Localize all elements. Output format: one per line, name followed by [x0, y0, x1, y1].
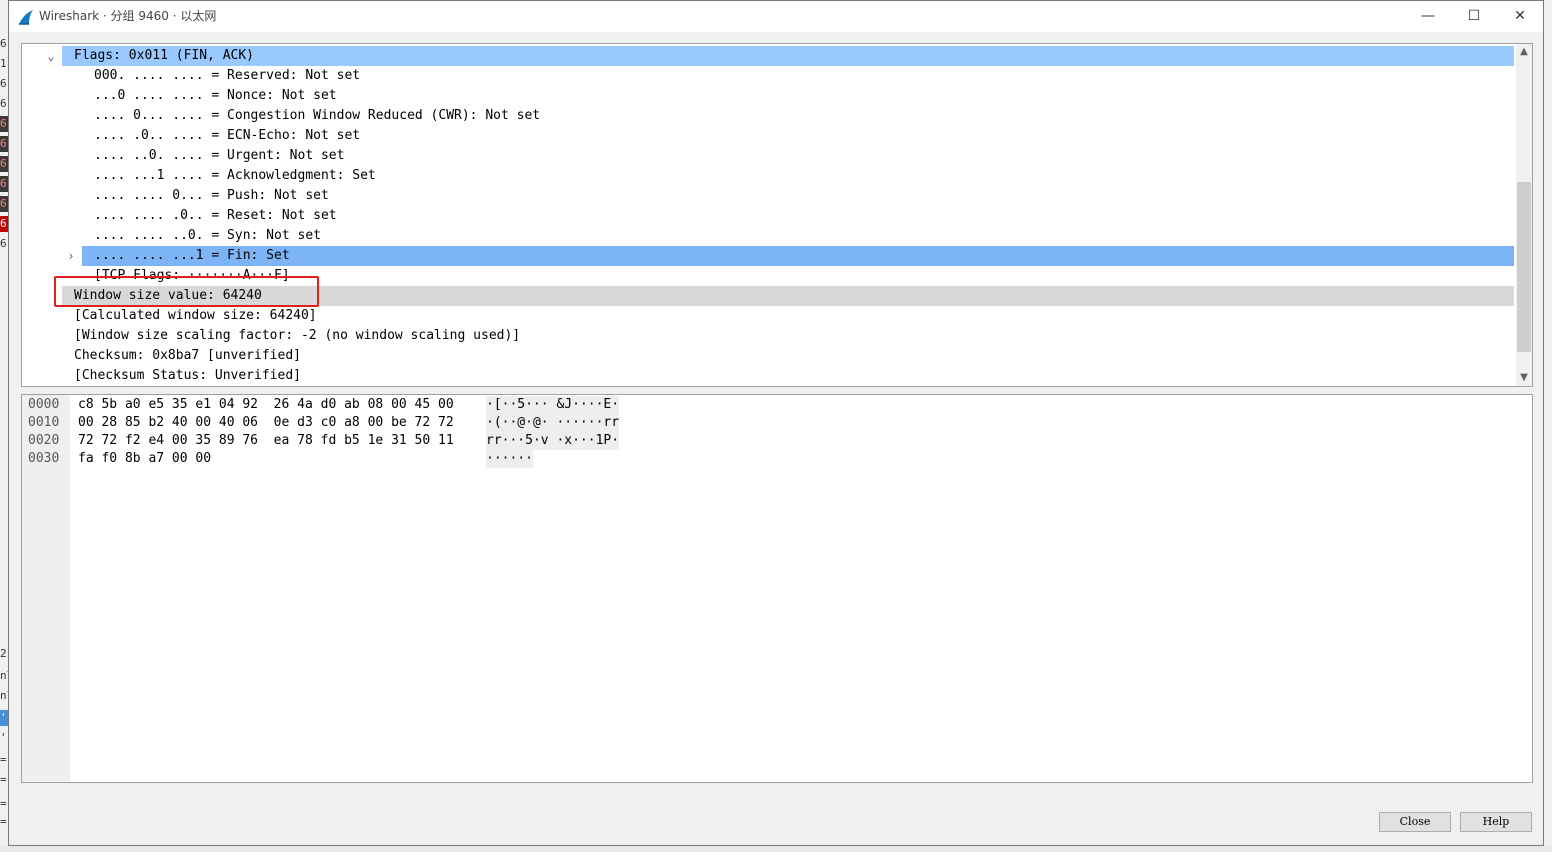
tree-row[interactable]: [Window size scaling factor: -2 (no wind…	[64, 326, 1512, 346]
hex-bytes[interactable]: c8 5b a0 e5 35 e1 04 92 26 4a d0 ab 08 0…	[78, 396, 454, 414]
tree-row-text: .... 0... .... = Congestion Window Reduc…	[94, 108, 541, 123]
close-button[interactable]: Close	[1379, 812, 1451, 832]
tree-row-text: .... .... ..0. = Syn: Not set	[94, 228, 321, 243]
background-app-char: =	[0, 797, 7, 810]
ascii-bytes[interactable]: ······	[486, 450, 533, 468]
tree-row-text: .... .... 0... = Push: Not set	[94, 188, 329, 203]
tree-row[interactable]: ...0 .... .... = Nonce: Not set	[84, 86, 1512, 106]
tree-row-text: 000. .... .... = Reserved: Not set	[94, 68, 361, 83]
ascii-bytes[interactable]: ·[··5··· &J····E·	[486, 396, 620, 414]
background-app-char: nl	[0, 689, 8, 702]
background-app-bottom-edge	[0, 846, 1552, 852]
hex-bytes[interactable]: fa f0 8b a7 00 00	[78, 450, 211, 468]
tree-row[interactable]: .... ..0. .... = Urgent: Not set	[84, 146, 1512, 166]
tree-row-text: Checksum: 0x8ba7 [unverified]	[74, 348, 301, 363]
tree-row[interactable]: [Checksum Status: Unverified]	[64, 366, 1512, 386]
background-app-char: nl	[0, 669, 8, 682]
hex-offset: 0000	[28, 397, 60, 412]
help-button[interactable]: Help	[1460, 812, 1532, 832]
tree-row-text: [Checksum Status: Unverified]	[74, 368, 301, 383]
tree-row-text: .... ..0. .... = Urgent: Not set	[94, 148, 345, 163]
hex-offset: 0020	[28, 433, 60, 448]
tree-row-text: .... .0.. .... = ECN-Echo: Not set	[94, 128, 361, 143]
scroll-up-arrow-icon[interactable]: ▲	[1516, 44, 1532, 60]
packet-details-tree[interactable]: ▲ ▼ ⌄ Flags: 0x011 (FIN, ACK) 000. .... ..…	[21, 43, 1533, 387]
hex-offset: 0010	[28, 415, 60, 430]
background-app-char: =	[0, 815, 7, 828]
background-app-char: 6	[0, 136, 8, 152]
tree-row[interactable]: .... ...1 .... = Acknowledgment: Set	[84, 166, 1512, 186]
background-app-sliver: 6 1 6 6 6 6 6 6 6 6 6 2 nl nl ' ' = = = =	[0, 0, 8, 852]
tree-row[interactable]: .... 0... .... = Congestion Window Reduc…	[84, 106, 1512, 126]
background-app-char: 6	[0, 97, 7, 110]
title-bar[interactable]: Wireshark · 分组 9460 · 以太网 — ☐ ✕	[9, 1, 1543, 32]
background-app-char: 2	[0, 647, 7, 660]
scrollbar-thumb[interactable]	[1517, 182, 1531, 352]
packet-bytes-pane[interactable]: 0000 c8 5b a0 e5 35 e1 04 92 26 4a d0 ab …	[21, 394, 1533, 783]
window-title: Wireshark · 分组 9460 · 以太网	[39, 9, 217, 23]
background-app-char: 6	[0, 176, 8, 192]
expand-arrow-icon[interactable]: ›	[64, 246, 78, 266]
wireshark-fin-icon	[19, 10, 33, 25]
background-app-char: =	[0, 753, 7, 766]
tree-row[interactable]: [Calculated window size: 64240]	[64, 306, 1512, 326]
background-app-char: 6	[0, 196, 8, 212]
ascii-bytes[interactable]: ·(··@·@· ······rr	[486, 414, 620, 432]
hex-offset: 0030	[28, 451, 60, 466]
packet-detail-window: Wireshark · 分组 9460 · 以太网 — ☐ ✕ ▲ ▼ ⌄ Fla…	[8, 0, 1544, 846]
details-vertical-scrollbar[interactable]: ▲ ▼	[1516, 44, 1532, 386]
tree-row-text: [Window size scaling factor: -2 (no wind…	[74, 328, 521, 343]
background-app-char: 6	[0, 156, 8, 172]
hex-bytes[interactable]: 72 72 f2 e4 00 35 89 76 ea 78 fd b5 1e 3…	[78, 432, 454, 450]
background-app-char: 6	[0, 216, 8, 232]
background-app-char: '	[0, 731, 7, 744]
tree-row[interactable]: .... .... .0.. = Reset: Not set	[84, 206, 1512, 226]
collapse-arrow-icon[interactable]: ⌄	[44, 46, 58, 66]
background-app-char: 6	[0, 116, 8, 132]
tree-row[interactable]: 000. .... .... = Reserved: Not set	[84, 66, 1512, 86]
maximize-button[interactable]: ☐	[1451, 1, 1497, 32]
tree-row-text: .... .... .0.. = Reset: Not set	[94, 208, 337, 223]
tree-row[interactable]: Checksum: 0x8ba7 [unverified]	[64, 346, 1512, 366]
tree-row-text: .... ...1 .... = Acknowledgment: Set	[94, 168, 376, 183]
scroll-down-arrow-icon[interactable]: ▼	[1516, 370, 1532, 386]
background-app-char: 1	[0, 57, 7, 70]
background-app-char: 6	[0, 237, 7, 250]
background-app-char: =	[0, 773, 7, 786]
background-app-char: 6	[0, 77, 7, 90]
tree-row[interactable]: › .... .... ...1 = Fin: Set	[67, 246, 1514, 266]
tree-row-text: ...0 .... .... = Nonce: Not set	[94, 88, 337, 103]
annotation-highlight-box	[54, 276, 319, 307]
tree-row[interactable]: .... .... ..0. = Syn: Not set	[84, 226, 1512, 246]
tree-row-text: .... .... ...1 = Fin: Set	[94, 248, 290, 263]
minimize-button[interactable]: —	[1405, 1, 1451, 32]
tree-row[interactable]: ⌄ Flags: 0x011 (FIN, ACK)	[47, 46, 1514, 66]
ascii-bytes[interactable]: rr···5·v ·x···1P·	[486, 432, 620, 450]
background-app-char: 6	[0, 37, 7, 50]
tree-row-text: Flags: 0x011 (FIN, ACK)	[74, 48, 255, 63]
hex-bytes[interactable]: 00 28 85 b2 40 00 40 06 0e d3 c0 a8 00 b…	[78, 414, 454, 432]
background-app-char: '	[0, 710, 8, 726]
background-app-right-edge	[1544, 0, 1552, 852]
tree-row[interactable]: .... .... 0... = Push: Not set	[84, 186, 1512, 206]
tree-row-text: [Calculated window size: 64240]	[74, 308, 317, 323]
tree-row[interactable]: .... .0.. .... = ECN-Echo: Not set	[84, 126, 1512, 146]
close-window-button[interactable]: ✕	[1497, 1, 1543, 32]
